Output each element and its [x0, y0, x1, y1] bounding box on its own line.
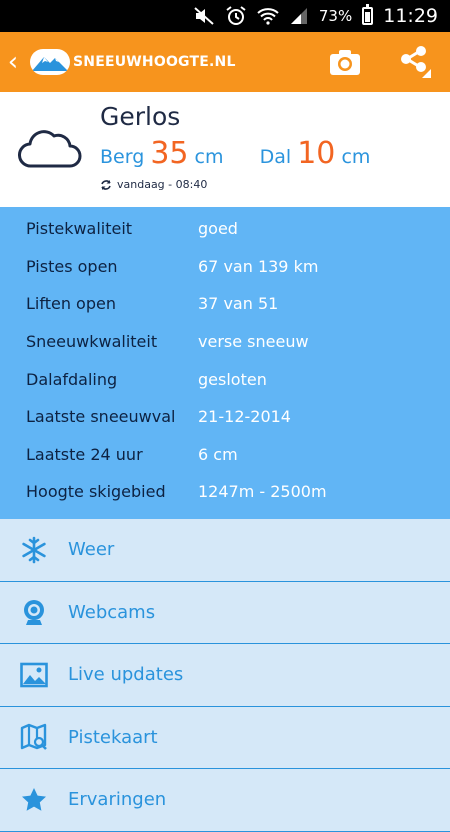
signal-icon	[290, 8, 307, 24]
app-bar: ‹ SNEEUWHOOGTE.NL	[0, 32, 450, 92]
stat-row: Laatste 24 uur 6 cm	[0, 436, 450, 474]
share-button[interactable]	[380, 32, 450, 92]
stat-row: Dalafdaling gesloten	[0, 360, 450, 398]
stat-label: Laatste 24 uur	[26, 444, 143, 464]
mute-icon	[194, 7, 214, 25]
status-bar: 73% 11:29	[0, 0, 450, 32]
stat-label: Liften open	[26, 294, 116, 314]
stat-value: gesloten	[198, 369, 267, 389]
stat-label: Laatste sneeuwval	[26, 407, 176, 427]
app-logo[interactable]: SNEEUWHOOGTE.NL	[30, 49, 236, 75]
stat-row: Pistes open 67 van 139 km	[0, 248, 450, 286]
wifi-icon	[257, 8, 279, 25]
menu-label: Live updates	[68, 664, 184, 686]
stat-value: 67 van 139 km	[198, 256, 319, 276]
stat-row: Liften open 37 van 51	[0, 285, 450, 323]
mountain-logo-icon	[30, 49, 70, 75]
stat-value: 37 van 51	[198, 294, 279, 314]
resort-header: Gerlos Berg 35 cm Dal 10 cm vandaag - 08…	[0, 92, 450, 207]
resort-name: Gerlos	[100, 102, 181, 131]
image-icon	[20, 662, 48, 688]
stat-value: goed	[198, 219, 238, 239]
menu-item-ervaringen[interactable]: Ervaringen	[0, 769, 450, 832]
snow-heights: Berg 35 cm Dal 10 cm	[100, 136, 370, 171]
clock: 11:29	[383, 5, 438, 27]
menu-item-live-updates[interactable]: Live updates	[0, 644, 450, 707]
share-icon	[401, 46, 431, 78]
resort-menu: Weer Webcams Live updates Pistekaart Erv…	[0, 519, 450, 832]
stat-label: Hoogte skigebied	[26, 482, 166, 502]
camera-icon	[330, 50, 360, 75]
alarm-icon	[226, 6, 246, 25]
battery-percentage: 73%	[318, 7, 353, 25]
valley-unit: cm	[341, 146, 371, 168]
cloud-icon	[18, 130, 82, 168]
battery-icon	[362, 4, 374, 25]
stat-label: Dalafdaling	[26, 369, 118, 389]
mountain-label: Berg	[100, 146, 145, 168]
menu-label: Pistekaart	[68, 726, 158, 748]
stat-value: 6 cm	[198, 444, 238, 464]
menu-item-weer[interactable]: Weer	[0, 519, 450, 582]
valley-label: Dal	[259, 146, 292, 168]
valley-snow-value: 10	[297, 136, 336, 171]
snowflake-icon	[22, 536, 46, 564]
stat-row: Laatste sneeuwval 21-12-2014	[0, 398, 450, 436]
last-updated: vandaag - 08:40	[100, 178, 207, 191]
updated-text: vandaag - 08:40	[117, 178, 208, 191]
conditions-table: Pistekwaliteit goed Pistes open 67 van 1…	[0, 207, 450, 519]
camera-button[interactable]	[310, 32, 380, 92]
stat-value: 1247m - 2500m	[198, 482, 327, 502]
stat-row: Sneeuwkwaliteit verse sneeuw	[0, 323, 450, 361]
mountain-snow-value: 35	[150, 136, 189, 171]
stat-label: Pistes open	[26, 256, 118, 276]
menu-label: Webcams	[68, 601, 156, 623]
map-icon	[20, 724, 47, 751]
stat-row: Pistekwaliteit goed	[0, 210, 450, 248]
menu-item-webcams[interactable]: Webcams	[0, 582, 450, 644]
logo-text: SNEEUWHOOGTE.NL	[73, 54, 236, 70]
stat-value: verse sneeuw	[198, 332, 309, 352]
refresh-icon	[101, 179, 111, 190]
stat-label: Pistekwaliteit	[26, 219, 133, 239]
webcam-icon	[24, 600, 44, 626]
stat-label: Sneeuwkwaliteit	[26, 332, 158, 352]
back-chevron-icon[interactable]: ‹	[2, 47, 24, 77]
menu-item-pistekaart[interactable]: Pistekaart	[0, 707, 450, 769]
stat-row: Hoogte skigebied 1247m - 2500m	[0, 473, 450, 511]
mountain-unit: cm	[194, 146, 224, 168]
stat-value: 21-12-2014	[198, 407, 291, 427]
menu-label: Weer	[68, 539, 115, 561]
